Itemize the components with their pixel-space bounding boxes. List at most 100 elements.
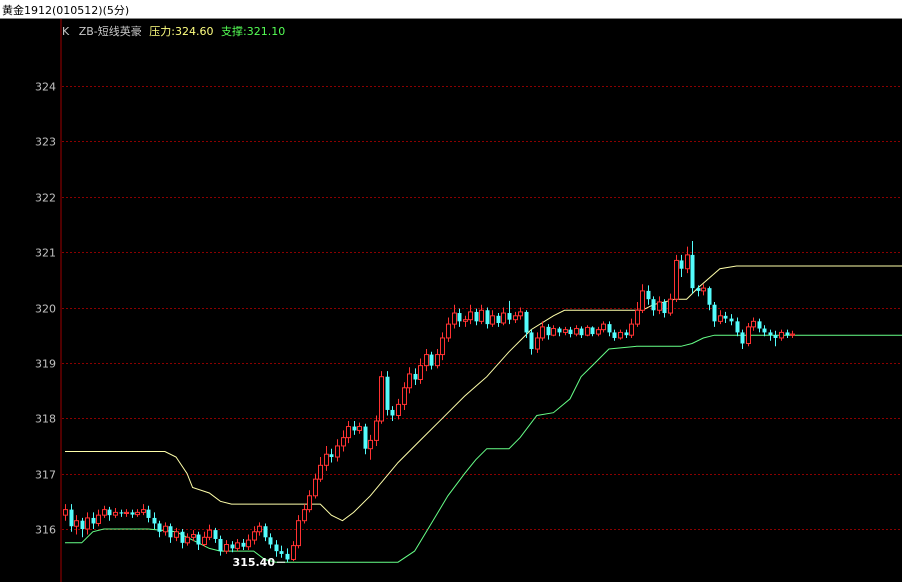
candle-body [241,542,246,547]
candle [674,254,679,302]
candle [474,308,479,326]
candle [790,330,795,338]
candle [773,330,778,347]
candle-body [202,536,207,546]
candle [135,509,140,517]
candle [113,507,118,518]
candle-body [341,437,346,447]
candle [213,527,218,543]
candle-body [640,290,645,311]
candle-body [379,376,384,422]
candle [324,445,329,471]
candle-body [69,509,74,527]
candle [585,325,590,337]
candle-body [257,525,262,533]
candle-body [585,326,590,336]
candle-body [651,299,656,311]
candle-body [302,509,307,522]
candle [119,509,124,517]
candle [146,505,151,523]
support-value: 321.10 [246,25,286,38]
candle [152,512,157,529]
candle-body [107,509,112,516]
title-bar: 黄金1912(010512)(5分) [0,0,902,19]
candle-body [501,312,506,324]
candle-body [291,545,296,560]
candle [618,329,623,340]
candle-body [513,315,518,321]
candle-body [385,376,390,410]
candle [374,415,379,446]
candle [246,534,251,551]
candle-body [596,329,601,335]
candle [429,351,434,370]
candle-body [685,254,690,270]
candle-body [468,311,473,321]
candle [568,326,573,338]
chart-title: 黄金1912(010512)(5分) [2,4,130,17]
pressure-line [65,265,902,522]
y-tick-label: 319 [35,358,56,371]
candle-body [779,331,784,339]
candle-body [479,309,484,322]
candle-body [307,495,312,511]
candle [341,430,346,452]
candle [379,371,384,424]
candle-body [701,287,706,292]
candle-body [174,531,179,538]
candle-body [96,514,101,524]
candle [63,504,68,521]
candle-body [707,288,712,305]
candle [546,324,551,340]
y-tick-label: 321 [35,247,56,260]
candle-body [690,254,695,289]
candle-body [363,426,368,449]
candle-body [518,311,523,317]
candle-body [440,337,445,356]
candle [124,509,129,517]
candle [668,293,673,316]
candle [435,349,440,369]
candle [657,296,662,315]
candle [91,512,96,529]
candle [413,368,418,386]
candle [679,254,684,278]
candle-body [191,534,196,538]
candle [718,310,723,325]
candle [357,422,362,434]
candle-body [746,326,751,344]
candle-body [252,531,257,541]
candle-body [135,511,140,516]
candlestick-chart[interactable]: 324 323 322 321 320 319 318 317 316 315.40 [0,19,902,582]
candle-body [329,454,334,458]
candle-body [279,551,284,554]
candle [457,308,462,327]
candle-body [557,328,562,333]
candle [168,523,173,543]
candle-body [457,313,462,322]
candle [624,329,629,338]
candle-body [368,439,373,450]
candle-body [124,511,129,514]
candle [352,421,357,435]
candle [180,529,185,549]
candle-body [352,426,357,431]
candle [141,504,146,516]
candle [279,545,284,558]
candle-body [163,525,168,533]
candle-body [374,420,379,441]
candle [107,506,112,521]
candle [157,520,162,538]
candle [224,540,229,554]
candle-body [274,544,279,552]
candle-body [463,319,468,322]
candle-body [696,288,701,291]
candle [712,301,717,327]
candle [762,325,767,337]
candle [529,329,534,355]
candle [252,526,257,545]
candle [302,504,307,524]
candle-body [435,354,440,367]
candle-body [402,387,407,405]
candle-body [429,354,434,366]
